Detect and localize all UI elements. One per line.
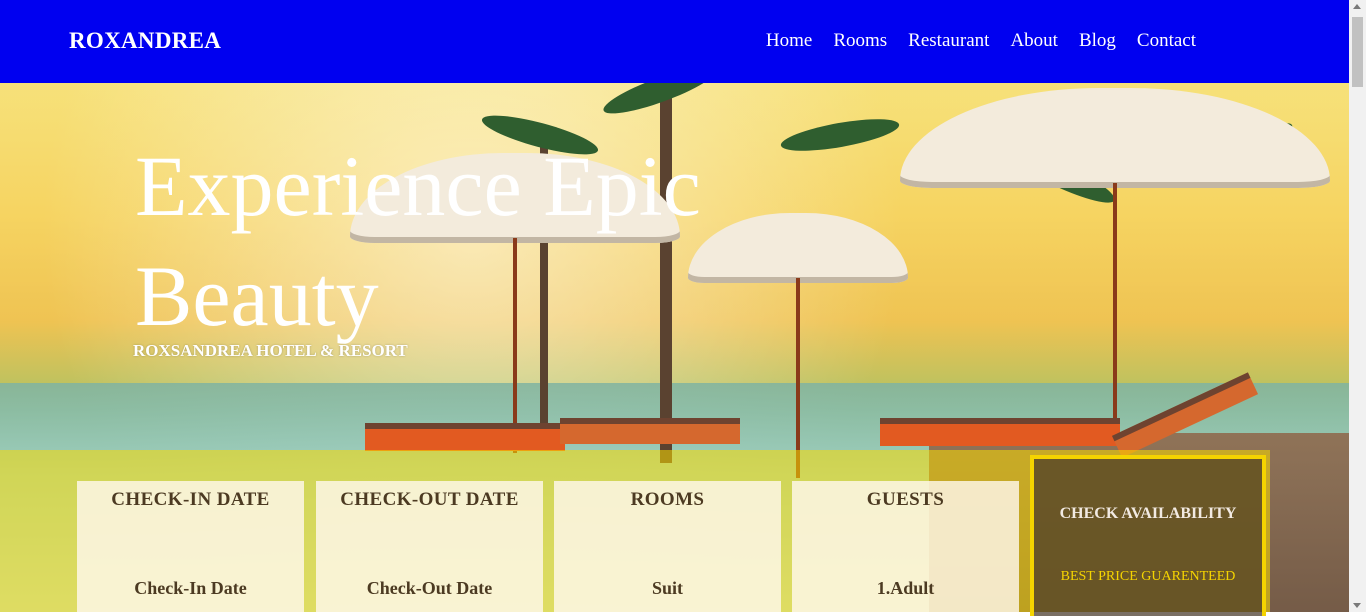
guests-select[interactable]: 1.Adult	[792, 578, 1019, 599]
guests-label: GUESTS	[866, 489, 945, 510]
rooms-select[interactable]: Suit	[554, 578, 781, 599]
checkin-field[interactable]: CHECK-IN DATE Check-In Date	[77, 481, 304, 612]
rooms-label: ROOMS	[630, 489, 705, 510]
best-price-tag: BEST PRICE GUARENTEED	[1060, 569, 1236, 584]
scroll-up-icon[interactable]	[1353, 4, 1361, 9]
nav-home[interactable]: Home	[766, 30, 812, 52]
nav-contact[interactable]: Contact	[1137, 30, 1196, 52]
umbrella	[900, 88, 1330, 433]
hero-subtitle: ROXSANDREA HOTEL & RESORT	[133, 341, 408, 360]
checkout-label: CHECK-OUT DATE	[340, 489, 519, 510]
checkout-input[interactable]: Check-Out Date	[316, 578, 543, 599]
nav-restaurant[interactable]: Restaurant	[908, 30, 989, 52]
page-scrollbar[interactable]	[1349, 0, 1366, 612]
site-logo[interactable]: ROXANDREA	[69, 28, 221, 54]
hero-title-line2: Beauty	[135, 248, 379, 344]
checkin-input[interactable]: Check-In Date	[77, 578, 304, 599]
lounge-chair	[365, 423, 565, 451]
lounge-chair	[560, 418, 740, 444]
main-nav: Home Rooms Restaurant About Blog Contact	[766, 30, 1196, 52]
hero-title-line1: Experience Epic	[135, 138, 701, 234]
checkin-label: CHECK-IN DATE	[111, 489, 270, 510]
nav-blog[interactable]: Blog	[1079, 30, 1116, 52]
hero-heading: Experience Epic Beauty	[135, 131, 855, 351]
scrollbar-thumb[interactable]	[1352, 17, 1363, 87]
nav-rooms[interactable]: Rooms	[833, 30, 887, 52]
rooms-field[interactable]: ROOMS Suit	[554, 481, 781, 612]
top-navbar: ROXANDREA Home Rooms Restaurant About Bl…	[0, 0, 1349, 83]
check-availability-label: CHECK AVAILABILITY	[1059, 505, 1237, 522]
scroll-down-icon[interactable]	[1353, 603, 1361, 608]
checkout-field[interactable]: CHECK-OUT DATE Check-Out Date	[316, 481, 543, 612]
check-availability-button[interactable]: CHECK AVAILABILITY BEST PRICE GUARENTEED	[1030, 455, 1266, 616]
hero-title: Experience Epic Beauty	[135, 131, 855, 351]
nav-about[interactable]: About	[1010, 30, 1058, 52]
lounge-chair	[880, 418, 1120, 446]
guests-field[interactable]: GUESTS 1.Adult	[792, 481, 1019, 612]
